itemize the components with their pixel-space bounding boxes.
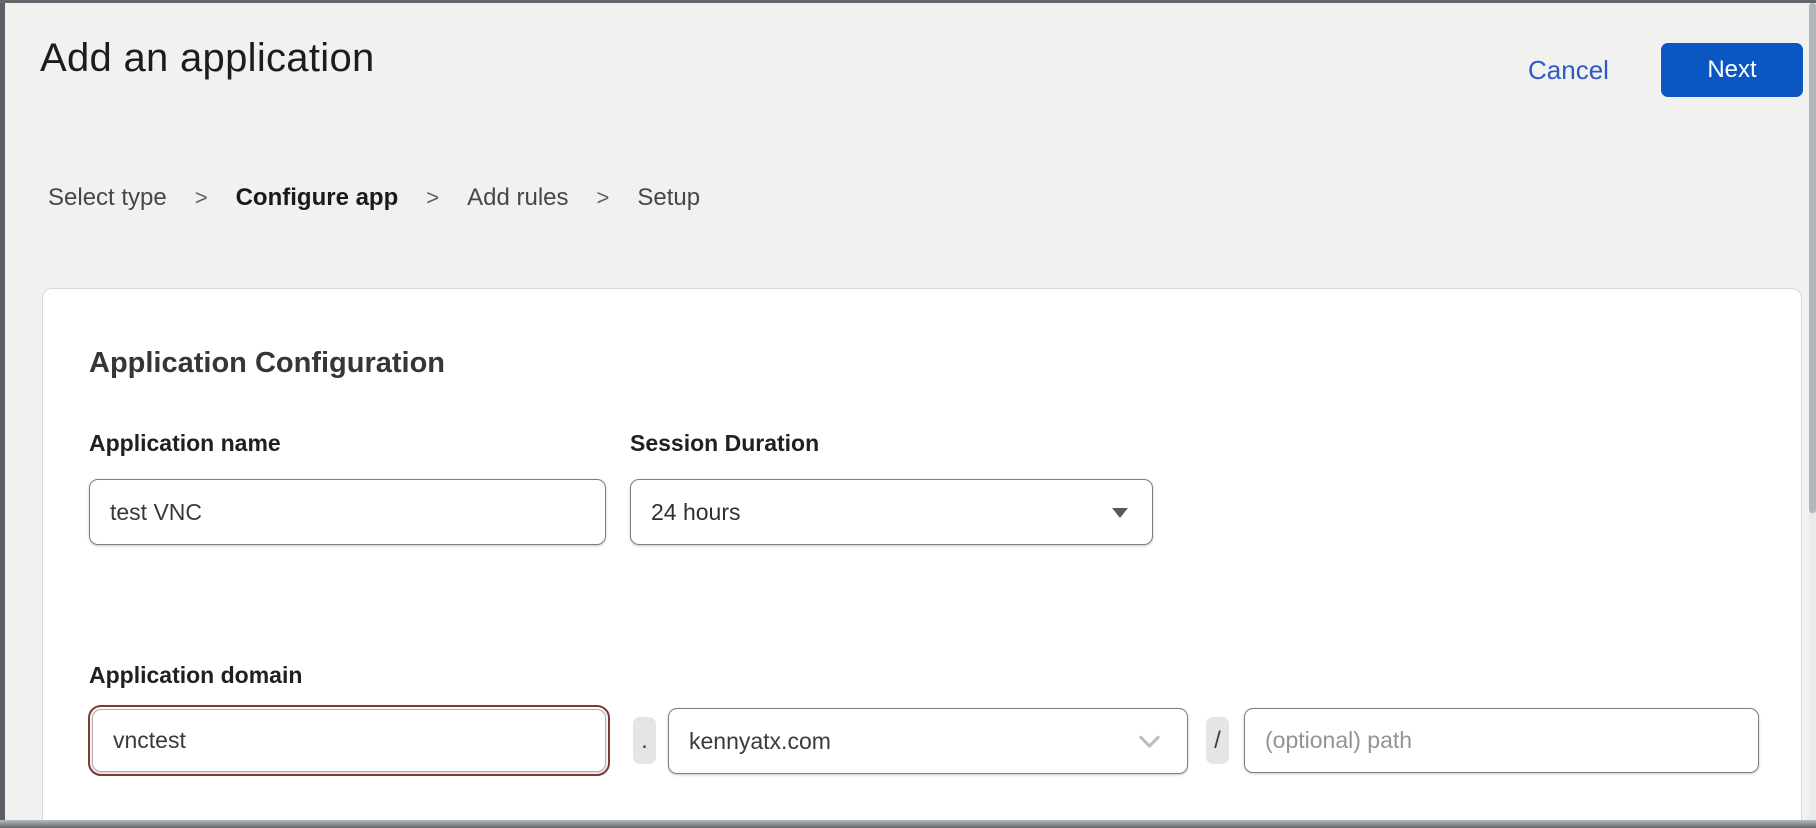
card-heading: Application Configuration bbox=[89, 347, 445, 380]
session-duration-label: Session Duration bbox=[630, 430, 819, 457]
breadcrumb-step-setup[interactable]: Setup bbox=[637, 184, 700, 212]
session-duration-select[interactable]: 24 hours bbox=[630, 479, 1153, 545]
window-left-border bbox=[0, 0, 5, 828]
application-domain-label: Application domain bbox=[89, 662, 302, 689]
application-configuration-card: Application Configuration Application na… bbox=[42, 288, 1802, 821]
path-input[interactable] bbox=[1244, 708, 1759, 773]
window-bottom-border bbox=[0, 820, 1816, 828]
breadcrumb-step-select-type[interactable]: Select type bbox=[48, 184, 167, 212]
app-window: Add an application Cancel Next Select ty… bbox=[0, 0, 1816, 828]
next-button[interactable]: Next bbox=[1661, 43, 1803, 97]
breadcrumb: Select type > Configure app > Add rules … bbox=[48, 184, 700, 212]
domain-select-value: kennyatx.com bbox=[689, 728, 831, 755]
application-subdomain-input[interactable] bbox=[92, 709, 606, 772]
page-title: Add an application bbox=[40, 36, 375, 81]
slash-separator: / bbox=[1206, 717, 1229, 764]
application-name-input[interactable] bbox=[89, 479, 606, 545]
window-top-border bbox=[0, 0, 1816, 3]
chevron-down-icon bbox=[1139, 727, 1160, 748]
domain-select[interactable]: kennyatx.com bbox=[668, 708, 1188, 774]
cancel-button[interactable]: Cancel bbox=[1528, 48, 1609, 92]
vertical-scrollbar[interactable] bbox=[1809, 3, 1816, 820]
breadcrumb-step-configure-app[interactable]: Configure app bbox=[236, 184, 399, 212]
session-duration-value: 24 hours bbox=[651, 499, 741, 526]
breadcrumb-separator: > bbox=[597, 185, 610, 211]
breadcrumb-separator: > bbox=[426, 185, 439, 211]
scrollbar-thumb[interactable] bbox=[1809, 3, 1816, 513]
application-name-label: Application name bbox=[89, 430, 281, 457]
breadcrumb-step-add-rules[interactable]: Add rules bbox=[467, 184, 568, 212]
breadcrumb-separator: > bbox=[195, 185, 208, 211]
triangle-down-icon bbox=[1112, 508, 1128, 518]
dot-separator: . bbox=[633, 717, 656, 764]
